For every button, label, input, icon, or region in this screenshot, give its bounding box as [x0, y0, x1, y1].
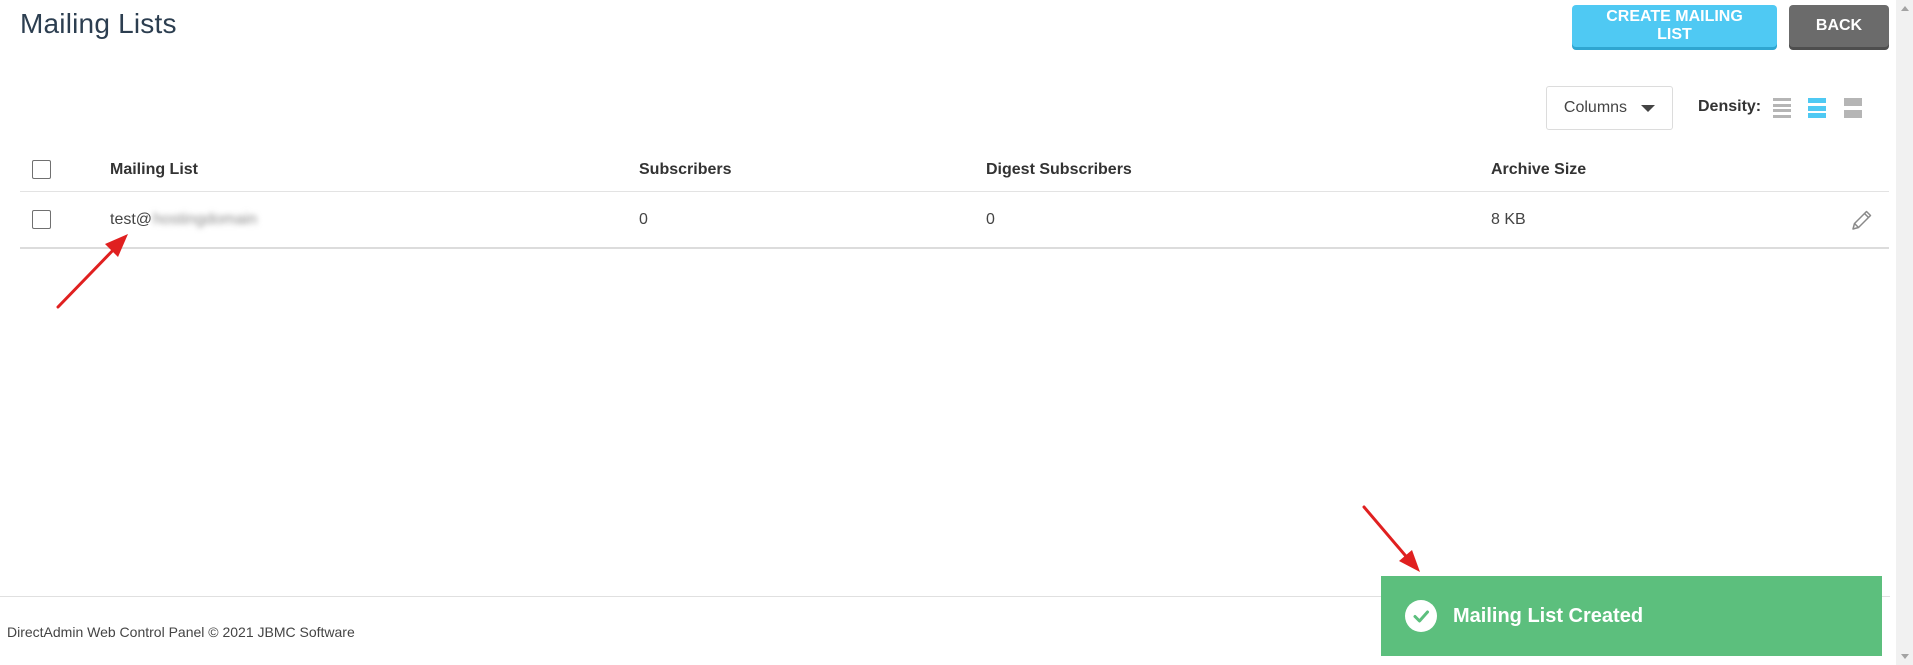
digest-subscribers-count: 0	[986, 210, 995, 228]
page-title: Mailing Lists	[20, 8, 177, 39]
column-header-digest-subscribers[interactable]: Digest Subscribers	[986, 148, 1132, 191]
edit-cell	[1850, 192, 1874, 247]
redacted-domain: hostingdomain	[153, 210, 258, 228]
footer-copyright: DirectAdmin Web Control Panel © 2021 JBM…	[7, 624, 355, 640]
subscribers-count: 0	[639, 210, 648, 228]
mailing-lists-page: Mailing Lists CREATE MAILING LIST BACK C…	[0, 0, 1913, 665]
column-header-mailing-list[interactable]: Mailing List	[110, 148, 198, 191]
create-mailing-list-button[interactable]: CREATE MAILING LIST	[1572, 5, 1777, 47]
mailing-list-name[interactable]: test@ hostingdomain	[110, 192, 257, 247]
density-compact-icon[interactable]	[1773, 98, 1791, 118]
density-normal-icon[interactable]	[1808, 98, 1826, 118]
success-toast[interactable]: Mailing List Created	[1381, 576, 1882, 656]
density-label: Density:	[1698, 98, 1762, 115]
scroll-down-icon[interactable]	[1901, 654, 1909, 659]
pencil-icon[interactable]	[1850, 208, 1874, 232]
row-select-cell	[32, 192, 51, 247]
row-checkbox[interactable]	[32, 210, 51, 229]
table-row: test@ hostingdomain 0 0 8 KB	[20, 192, 1889, 249]
column-header-archive-size[interactable]: Archive Size	[1491, 148, 1586, 191]
table-header-row: Mailing List Subscribers Digest Subscrib…	[20, 148, 1889, 192]
arrow-to-toast-icon	[1362, 505, 1420, 572]
select-all-cell	[32, 148, 51, 191]
archive-size: 8 KB	[1491, 210, 1526, 228]
back-button[interactable]: BACK	[1789, 5, 1889, 47]
select-all-checkbox[interactable]	[32, 160, 51, 179]
toast-message: Mailing List Created	[1453, 604, 1644, 627]
check-circle-icon	[1405, 600, 1437, 632]
mailing-list-name-prefix: test@	[110, 210, 153, 228]
mailing-lists-table: Mailing List Subscribers Digest Subscrib…	[20, 148, 1889, 249]
columns-label: Columns	[1563, 99, 1628, 116]
vertical-scrollbar[interactable]	[1896, 0, 1913, 665]
column-header-subscribers[interactable]: Subscribers	[639, 148, 731, 191]
density-comfortable-icon[interactable]	[1844, 98, 1862, 118]
scroll-up-icon[interactable]	[1901, 6, 1909, 11]
caret-down-icon	[1641, 104, 1656, 112]
columns-dropdown[interactable]: Columns	[1546, 86, 1673, 130]
